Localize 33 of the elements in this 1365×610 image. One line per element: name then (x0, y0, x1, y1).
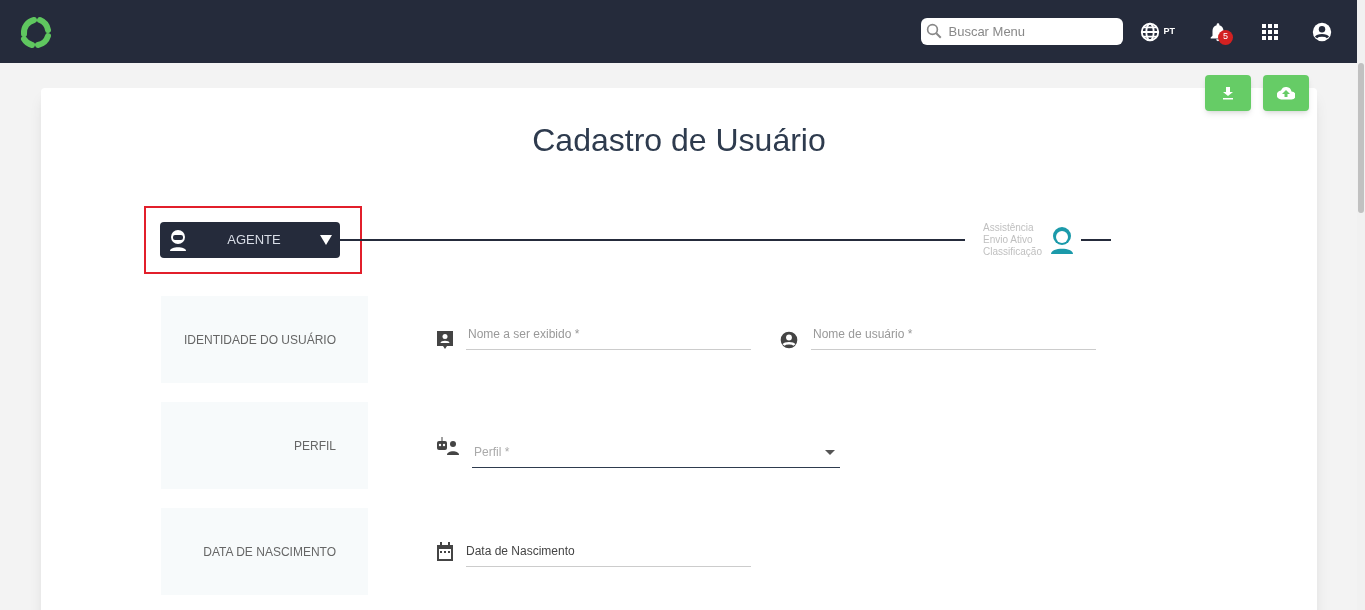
apps-button[interactable] (1261, 22, 1279, 41)
agent-avatar-icon (168, 229, 188, 251)
download-button[interactable] (1205, 75, 1251, 111)
section-label: IDENTIDADE DO USUÁRIO (161, 296, 368, 383)
profile-select[interactable]: Perfil * (472, 437, 840, 468)
step-label: Classificação (983, 246, 1042, 258)
cloud-upload-icon (1277, 86, 1295, 100)
notification-count: 5 (1218, 29, 1233, 45)
step-label: Envio Ativo (983, 234, 1034, 246)
caret-icon (825, 449, 835, 456)
date-field[interactable]: Data de Nascimento (466, 536, 751, 567)
upload-button[interactable] (1263, 75, 1309, 111)
search-icon (925, 22, 944, 40)
account-button[interactable] (1311, 20, 1333, 43)
step-label: Assistência (983, 222, 1035, 234)
calendar-icon (436, 541, 454, 562)
user-circle-icon (779, 329, 799, 350)
user-circle-icon (1311, 20, 1333, 43)
download-icon (1221, 86, 1235, 100)
section-label: PERFIL (161, 402, 368, 489)
search-field[interactable]: Buscar Menu (921, 18, 1124, 45)
display-name-field[interactable]: Nome a ser exibido * (466, 319, 751, 350)
language-button[interactable]: PT (1139, 20, 1175, 43)
grid-icon (1261, 22, 1279, 41)
robot-person-icon (436, 436, 460, 455)
username-field[interactable]: Nome de usuário * (811, 319, 1096, 350)
section-label: DATA DE NASCIMENTO (161, 508, 368, 595)
globe-icon (1139, 20, 1162, 43)
contact-card-icon (436, 329, 454, 350)
page-title: Cadastro de Usuário (531, 121, 827, 160)
agent-dropdown[interactable]: AGENTE (160, 222, 340, 258)
caret-icon (320, 235, 332, 245)
support-agent-icon (1050, 226, 1074, 254)
